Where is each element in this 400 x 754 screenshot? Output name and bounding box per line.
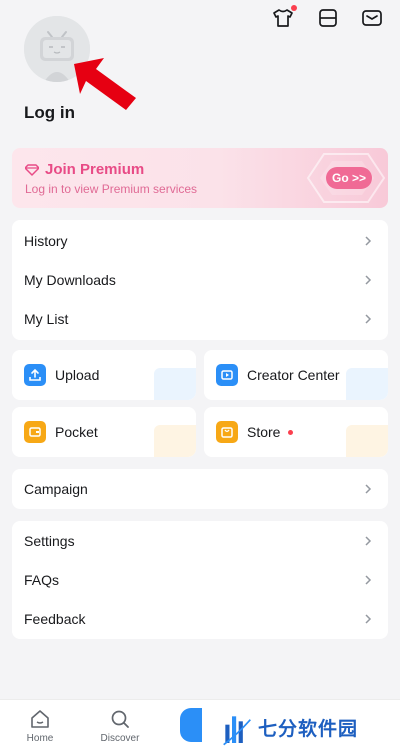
bottom-nav: Home Discover 七分软件园 bbox=[0, 699, 400, 754]
list-item-settings[interactable]: Settings bbox=[12, 521, 388, 560]
tab-label: Home bbox=[26, 733, 54, 744]
list-item-faqs[interactable]: FAQs bbox=[12, 560, 388, 599]
watermark: 七分软件园 bbox=[222, 700, 358, 754]
go-button[interactable]: Go >> bbox=[326, 167, 372, 189]
chevron-right-icon bbox=[364, 235, 372, 246]
store-icon bbox=[216, 421, 238, 443]
tile-label: Upload bbox=[55, 367, 100, 383]
store-decoration bbox=[346, 425, 388, 457]
list-item-label: My Downloads bbox=[24, 271, 116, 288]
tile-pocket[interactable]: Pocket bbox=[12, 407, 196, 457]
list-item-label: My List bbox=[24, 310, 69, 327]
mail-icon[interactable] bbox=[361, 8, 383, 28]
login-label[interactable]: Log in bbox=[24, 103, 75, 123]
store-badge bbox=[288, 429, 294, 435]
list-item-label: History bbox=[24, 232, 68, 249]
tile-label: Store bbox=[247, 424, 281, 440]
list-item-label: FAQs bbox=[24, 571, 60, 588]
chevron-right-icon bbox=[364, 574, 372, 585]
list-item-campaign[interactable]: Campaign bbox=[12, 469, 388, 509]
list-item-label: Campaign bbox=[24, 481, 88, 497]
pocket-decoration bbox=[154, 425, 196, 457]
list-item-my-list[interactable]: My List bbox=[12, 299, 388, 338]
scan-icon[interactable] bbox=[317, 8, 339, 28]
list-item-history[interactable]: History bbox=[12, 221, 388, 260]
creator-icon bbox=[216, 364, 238, 386]
tab-discover[interactable]: Discover bbox=[90, 708, 150, 744]
upload-decoration bbox=[154, 368, 196, 400]
library-list: History My Downloads My List bbox=[12, 220, 388, 340]
create-button[interactable] bbox=[180, 708, 202, 742]
chevron-right-icon bbox=[364, 535, 372, 546]
creator-decoration bbox=[346, 368, 388, 400]
tab-label: Discover bbox=[100, 733, 140, 744]
premium-banner[interactable]: Join Premium Log in to view Premium serv… bbox=[12, 148, 388, 208]
discover-icon bbox=[111, 710, 129, 728]
chevron-right-icon bbox=[364, 274, 372, 285]
shirt-icon[interactable] bbox=[272, 5, 297, 28]
premium-subtitle: Log in to view Premium services bbox=[25, 182, 198, 196]
tile-store[interactable]: Store bbox=[204, 407, 388, 457]
list-item-feedback[interactable]: Feedback bbox=[12, 599, 388, 638]
tile-label: Creator Center bbox=[247, 367, 340, 383]
list-item-label: Settings bbox=[24, 532, 75, 549]
upload-icon bbox=[24, 364, 46, 386]
settings-list: Settings FAQs Feedback bbox=[12, 521, 388, 639]
premium-title-text: Join Premium bbox=[45, 161, 145, 178]
annotation-arrow bbox=[74, 58, 136, 110]
premium-title: Join Premium bbox=[25, 161, 144, 178]
tile-upload[interactable]: Upload bbox=[12, 350, 196, 400]
tile-label: Pocket bbox=[55, 424, 98, 440]
chevron-right-icon bbox=[364, 613, 372, 624]
tile-creator-center[interactable]: Creator Center bbox=[204, 350, 388, 400]
diamond-icon bbox=[25, 163, 39, 176]
home-icon bbox=[31, 710, 49, 728]
wallet-icon bbox=[24, 421, 46, 443]
watermark-text: 七分软件园 bbox=[258, 719, 359, 740]
watermark-logo-icon bbox=[223, 715, 251, 745]
notification-dot bbox=[291, 5, 297, 11]
list-item-downloads[interactable]: My Downloads bbox=[12, 260, 388, 299]
chevron-right-icon bbox=[364, 484, 372, 494]
chevron-right-icon bbox=[364, 313, 372, 324]
list-item-label: Feedback bbox=[24, 610, 86, 627]
tab-home[interactable]: Home bbox=[10, 708, 70, 744]
campaign-list: Campaign bbox=[12, 469, 388, 509]
